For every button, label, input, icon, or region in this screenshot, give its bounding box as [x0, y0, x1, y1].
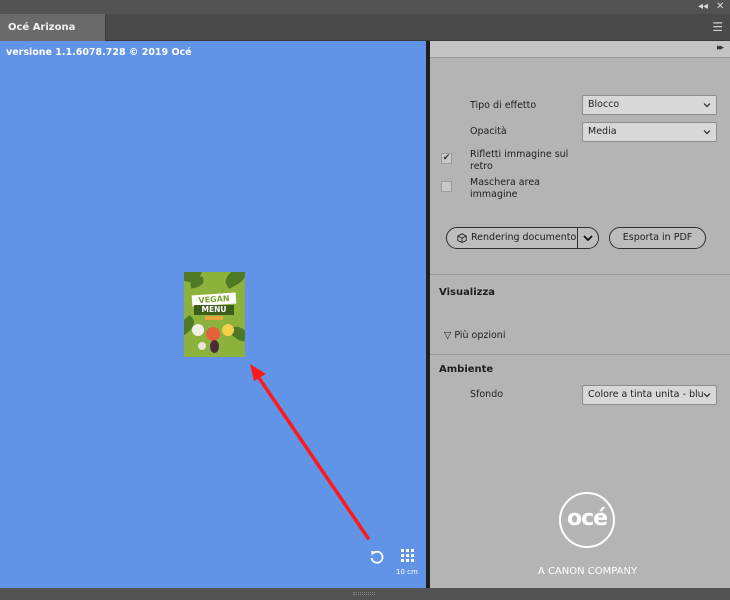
opacity-select[interactable]: Media: [582, 122, 717, 142]
preview-canvas[interactable]: versione 1.1.6078.728 © 2019 Océ VEGAN M…: [0, 41, 426, 588]
reset-view-icon[interactable]: [369, 549, 385, 565]
view-heading: Visualizza: [439, 287, 496, 298]
opacity-value: Media: [588, 126, 617, 137]
oce-logo: océ: [559, 492, 615, 548]
scale-label: 10 cm: [396, 568, 418, 576]
window-top-strip: ◂◂ ✕: [0, 0, 730, 14]
more-options-toggle[interactable]: ▽ Più opzioni: [444, 330, 505, 341]
thumbnail-dish: [192, 324, 204, 336]
environment-heading: Ambiente: [439, 364, 494, 375]
background-value: Colore a tinta unita - blu: [588, 389, 704, 400]
effect-type-label: Tipo di effetto: [470, 100, 537, 111]
thumbnail-ribbon: [205, 316, 223, 320]
grid-icon[interactable]: [401, 549, 414, 562]
render-document-button[interactable]: Rendering documento: [446, 227, 599, 249]
resize-grip[interactable]: [353, 592, 375, 595]
effect-type-value: Blocco: [588, 99, 620, 110]
cube-icon: [457, 233, 467, 243]
thumbnail-dish: [198, 342, 206, 350]
triangle-down-icon: ▽: [444, 330, 455, 341]
collapse-panels-icon[interactable]: ◂◂: [698, 1, 708, 13]
bottom-bar: [0, 588, 730, 600]
thumbnail-dish: [222, 324, 234, 336]
mirror-checkbox[interactable]: ✔: [441, 153, 452, 164]
mask-label: Maschera area immagine: [470, 177, 540, 200]
leaf-decoration: [222, 272, 245, 290]
mirror-label: Rifletti immagine sul retro: [470, 149, 569, 172]
background-label: Sfondo: [470, 389, 504, 400]
more-options-label: Più opzioni: [454, 330, 506, 341]
version-label: versione 1.1.6078.728 © 2019 Océ: [6, 47, 192, 58]
chevron-down-icon[interactable]: [582, 232, 594, 244]
mask-checkbox[interactable]: [441, 181, 452, 192]
thumbnail-title-menu: MENU: [194, 305, 234, 315]
section-divider: [430, 274, 730, 275]
expand-panel-icon[interactable]: ▸▸: [717, 43, 724, 53]
chevron-down-icon: [703, 130, 711, 135]
opacity-label: Opacità: [470, 126, 507, 137]
effect-type-select[interactable]: Blocco: [582, 95, 717, 115]
section-divider: [430, 354, 730, 355]
canon-company-tagline: A CANON COMPANY: [537, 566, 638, 577]
tab-bar: Océ Arizona Xpert ☰: [0, 14, 730, 60]
settings-panel: ▸▸ Tipo di effetto Blocco Opacità Media …: [430, 41, 730, 590]
thumbnail-eggplant: [210, 340, 219, 353]
render-document-label: Rendering documento: [471, 232, 577, 243]
chevron-down-icon: [703, 103, 711, 108]
document-thumbnail[interactable]: VEGAN MENU: [184, 272, 245, 357]
close-icon[interactable]: ✕: [716, 1, 724, 13]
export-pdf-button[interactable]: Esporta in PDF: [609, 227, 706, 249]
split-separator: [577, 228, 578, 248]
background-select[interactable]: Colore a tinta unita - blu: [582, 385, 717, 405]
panel-header: ▸▸: [430, 41, 730, 58]
tab-oce-arizona-xpert[interactable]: Océ Arizona Xpert: [0, 14, 106, 60]
chevron-down-icon: [703, 391, 711, 399]
thumbnail-dish: [206, 327, 220, 341]
panel-menu-icon[interactable]: ☰: [712, 20, 723, 34]
